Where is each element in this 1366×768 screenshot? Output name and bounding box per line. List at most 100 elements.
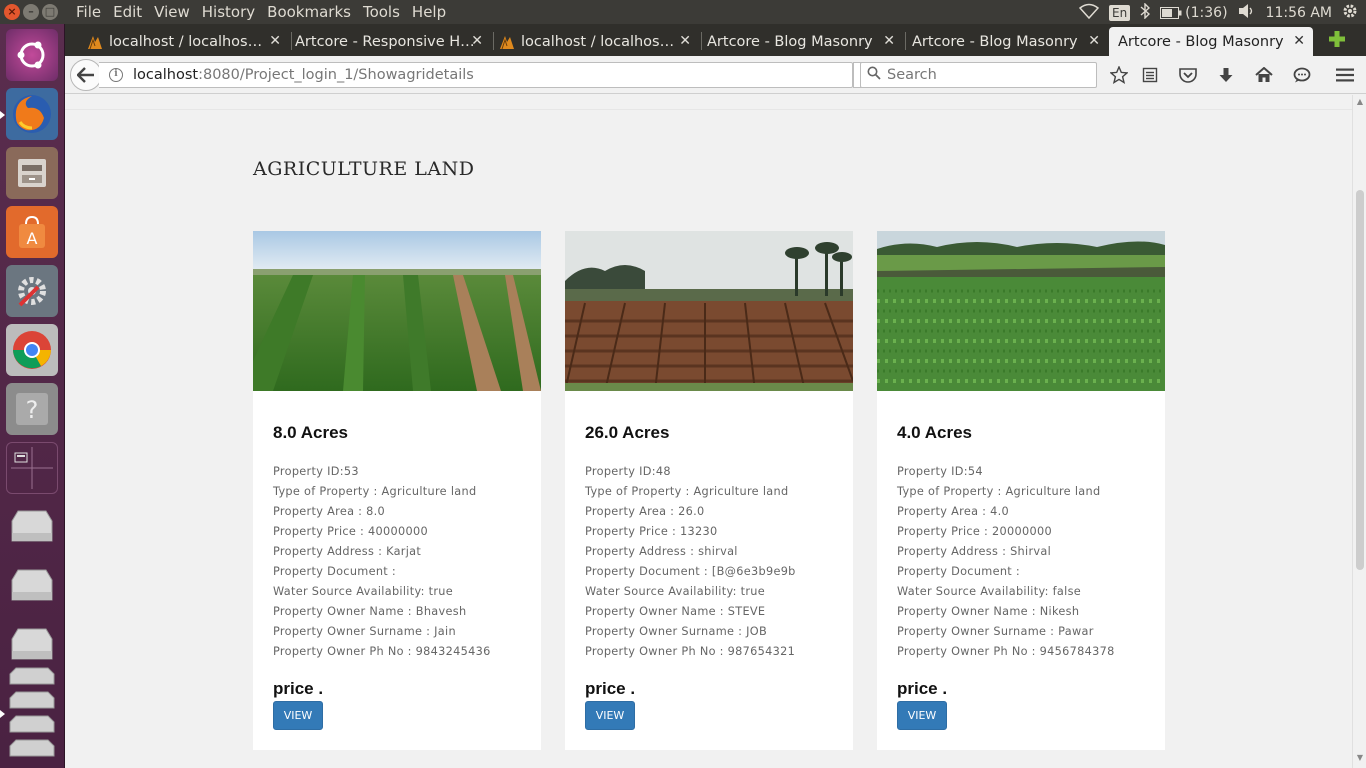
wifi-icon[interactable] (1078, 3, 1100, 23)
window-maximize-button[interactable]: □ (42, 4, 58, 20)
price-label: price . (897, 679, 948, 698)
property-document: Property Document : [B@6e3b9e9b (585, 565, 796, 578)
property-card: 4.0 Acres Property ID:54 Type of Propert… (877, 231, 1165, 750)
chrome-icon[interactable] (6, 324, 58, 376)
tab-artcore-blog-active[interactable]: Artcore - Blog Masonry ✕ (1109, 27, 1313, 56)
bookmark-star-icon[interactable] (1109, 65, 1129, 85)
volume-icon[interactable] (1238, 3, 1256, 23)
property-image-ploughed-field (565, 231, 853, 391)
scrollbar-thumb[interactable] (1356, 190, 1364, 570)
files-icon[interactable] (6, 147, 58, 199)
scroll-up-arrow-icon[interactable]: ▲ (1355, 97, 1365, 107)
price-label: price . (585, 679, 636, 698)
property-card: 8.0 Acres Property ID:53 Type of Propert… (253, 231, 541, 750)
page-scrollbar[interactable]: ▲ ▼ (1352, 95, 1366, 768)
window-minimize-button[interactable]: – (23, 4, 39, 20)
property-acreage-heading: 4.0 Acres (897, 423, 972, 442)
bluetooth-icon[interactable] (1140, 2, 1151, 23)
view-button[interactable]: VIEW (585, 701, 635, 730)
menu-tools[interactable]: Tools (357, 3, 406, 21)
water-source: Water Source Availability: true (585, 585, 766, 598)
settings-gear-icon[interactable] (1342, 3, 1358, 23)
url-host: localhost (133, 67, 199, 83)
owner-surname: Property Owner Surname : JOB (585, 625, 768, 638)
home-icon[interactable] (1254, 65, 1274, 85)
menu-history[interactable]: History (196, 3, 261, 21)
tab-close-icon[interactable]: ✕ (679, 33, 691, 49)
owner-phone: Property Owner Ph No : 9843245436 (273, 645, 491, 658)
pocket-icon[interactable] (1178, 65, 1198, 85)
property-address: Property Address : shirval (585, 545, 738, 558)
drive-icon-2[interactable] (6, 560, 58, 612)
ubuntu-dash-icon[interactable] (6, 29, 58, 81)
download-arrow-icon[interactable] (1216, 65, 1236, 85)
new-tab-plus-icon[interactable] (1328, 30, 1345, 47)
tab-close-icon[interactable]: ✕ (471, 33, 483, 49)
menu-bookmarks[interactable]: Bookmarks (261, 3, 357, 21)
tab-title: Artcore - Blog Masonry (1118, 33, 1284, 50)
menu-help[interactable]: Help (406, 3, 452, 21)
owner-name: Property Owner Name : Bhavesh (273, 605, 467, 618)
reader-list-icon[interactable] (1140, 65, 1160, 85)
menu-edit[interactable]: Edit (107, 3, 148, 21)
search-input[interactable] (887, 67, 1087, 83)
browser-nav-bar: i localhost:8080/Project_login_1/Showagr… (65, 56, 1366, 94)
clock[interactable]: 11:56 AM (1266, 5, 1332, 21)
site-info-icon[interactable]: i (109, 68, 123, 82)
tab-separator (493, 32, 494, 50)
owner-name: Property Owner Name : Nikesh (897, 605, 1080, 618)
menu-file[interactable]: File (70, 3, 107, 21)
property-price: Property Price : 13230 (585, 525, 718, 538)
hamburger-menu-icon[interactable] (1335, 65, 1355, 85)
header-divider (65, 109, 1352, 110)
owner-phone: Property Owner Ph No : 987654321 (585, 645, 796, 658)
view-button[interactable]: VIEW (273, 701, 323, 730)
url-path: :8080/Project_login_1/Showagridetails (198, 67, 474, 83)
property-area: Property Area : 8.0 (273, 505, 386, 518)
tab-artcore-responsive[interactable]: Artcore - Responsive H… ✕ (295, 27, 491, 56)
property-address: Property Address : Shirval (897, 545, 1052, 558)
software-center-icon[interactable]: A (6, 206, 58, 258)
back-arrow-icon[interactable] (70, 59, 102, 91)
property-type: Type of Property : Agriculture land (585, 485, 789, 498)
svg-text:?: ? (26, 396, 39, 424)
phpmyadmin-icon (87, 34, 103, 50)
window-close-button[interactable]: × (4, 4, 20, 20)
property-document: Property Document : (273, 565, 397, 578)
tab-close-icon[interactable]: ✕ (269, 33, 281, 49)
battery-indicator[interactable]: (1:36) (1160, 5, 1228, 21)
tab-close-icon[interactable]: ✕ (1293, 33, 1305, 49)
property-acreage-heading: 26.0 Acres (585, 423, 670, 442)
system-settings-icon[interactable] (6, 265, 58, 317)
owner-name: Property Owner Name : STEVE (585, 605, 766, 618)
property-type: Type of Property : Agriculture land (897, 485, 1101, 498)
owner-surname: Property Owner Surname : Pawar (897, 625, 1094, 638)
view-button[interactable]: VIEW (897, 701, 947, 730)
tab-artcore-blog-1[interactable]: Artcore - Blog Masonry ✕ (707, 27, 903, 56)
tab-phpmyadmin-1[interactable]: localhost / localhos… ✕ (87, 27, 289, 56)
stacked-drives-icon[interactable] (6, 664, 58, 764)
address-bar[interactable]: i localhost:8080/Project_login_1/Showagr… (99, 62, 853, 88)
property-image-green-crop-field (253, 231, 541, 391)
keyboard-language-indicator[interactable]: En (1108, 5, 1131, 21)
search-box[interactable] (860, 62, 1097, 88)
tab-title: Artcore - Blog Masonry (707, 33, 873, 50)
firefox-icon[interactable] (6, 88, 58, 140)
page-title: AGRICULTURE LAND (253, 158, 475, 180)
help-icon[interactable]: ? (6, 383, 58, 435)
tab-close-icon[interactable]: ✕ (1088, 33, 1100, 49)
tab-close-icon[interactable]: ✕ (883, 33, 895, 49)
tab-artcore-blog-2[interactable]: Artcore - Blog Masonry ✕ (912, 27, 1108, 56)
tab-title: localhost / localhos… (109, 33, 263, 50)
chat-bubble-icon[interactable] (1292, 65, 1312, 85)
property-area: Property Area : 4.0 (897, 505, 1010, 518)
scroll-down-arrow-icon[interactable]: ▼ (1355, 753, 1365, 763)
tab-title: Artcore - Blog Masonry (912, 33, 1078, 50)
property-type: Type of Property : Agriculture land (273, 485, 477, 498)
menu-view[interactable]: View (148, 3, 196, 21)
tab-phpmyadmin-2[interactable]: localhost / localhos… ✕ (499, 27, 699, 56)
property-acreage-heading: 8.0 Acres (273, 423, 348, 442)
system-top-panel: × – □ File Edit View History Bookmarks T… (0, 0, 1366, 24)
drive-icon[interactable] (6, 501, 58, 553)
workspace-switcher-icon[interactable] (6, 442, 58, 494)
